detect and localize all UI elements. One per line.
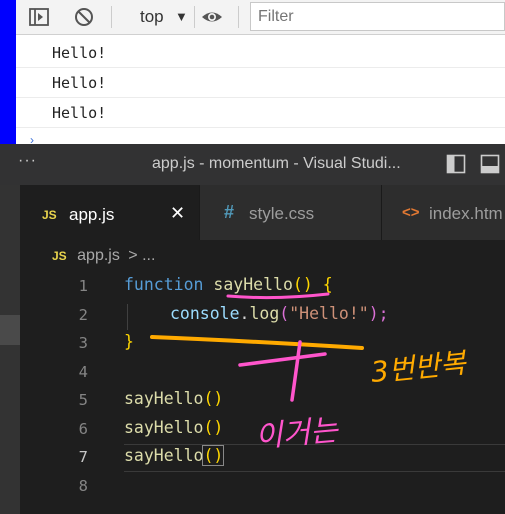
context-selector[interactable]: top [140,6,164,28]
paren: () [292,275,313,294]
toggle-sidebar-layout-icon[interactable] [446,154,466,174]
breadcrumb[interactable]: JS app.js > ... [52,247,155,265]
line-number: 8 [78,477,88,495]
function-call: sayHello [124,389,204,408]
dot: . [239,304,250,323]
clear-console-icon[interactable] [73,6,95,28]
css-file-icon: # [224,202,235,222]
paren: ); [368,304,389,323]
brace: { [322,275,333,294]
javascript-file-icon: JS [42,208,57,222]
more-actions-icon[interactable]: ··· [18,152,37,170]
window-title: app.js - momentum - Visual Studi... [152,155,401,172]
code-line[interactable]: console.log("Hello!"); [170,304,389,323]
line-number: 4 [78,363,88,381]
editor-tab-bar: JS app.js ✕ # style.css <> index.htm [20,185,505,240]
code-line[interactable]: sayHello() [124,389,223,408]
paren: () [203,389,224,408]
line-number: 3 [78,334,88,352]
keyword: function [124,275,204,294]
breadcrumb-separator[interactable]: > ... [128,247,155,264]
function-call: sayHello [124,446,204,465]
brace: } [124,332,134,351]
breadcrumb-file[interactable]: app.js [77,247,120,264]
toolbar-divider [194,6,195,28]
window-edge-accent [0,0,16,144]
function-name: sayHello [213,275,293,294]
paren: () [202,445,225,466]
console-log-line: Hello! [16,98,505,128]
tab-label: app.js [69,205,115,224]
filter-field[interactable] [250,2,505,31]
title-bar: ··· app.js - momentum - Visual Studi... [0,144,505,185]
tab-style-css[interactable]: # style.css [200,185,382,240]
devtools-console-panel: top ▼ Hello! Hello! Hello! › [0,0,505,147]
method-name: log [249,304,280,323]
line-number: 6 [78,420,88,438]
console-log-line: Hello! [16,68,505,98]
sidebar-toggle-icon[interactable] [28,6,50,28]
tab-app-js[interactable]: JS app.js ✕ [20,185,200,240]
activity-bar-active-item[interactable] [0,315,20,345]
code-line[interactable]: sayHello() [124,418,223,437]
context-dropdown-caret-icon[interactable]: ▼ [175,6,188,28]
line-number: 1 [78,277,88,295]
toggle-panel-layout-icon[interactable] [480,154,500,174]
line-number: 5 [78,391,88,409]
console-log-line: Hello! [16,38,505,68]
paren: ( [279,304,290,323]
paren: () [203,418,224,437]
toolbar-divider [238,6,239,28]
filter-input[interactable] [258,6,498,28]
html-file-icon: <> [402,204,420,221]
code-line[interactable]: } [124,332,134,351]
code-line[interactable]: sayHello() [124,445,225,466]
live-expression-eye-icon[interactable] [201,6,223,28]
tab-index-html[interactable]: <> index.htm [382,185,505,240]
identifier: console [170,304,240,323]
tab-label: style.css [249,204,315,223]
javascript-file-icon: JS [52,249,67,263]
tab-label: index.htm [429,204,503,223]
string-literal: "Hello!" [289,304,369,323]
vscode-window: ··· app.js - momentum - Visual Studi... … [0,144,505,514]
toolbar-divider [111,6,112,28]
activity-bar [0,185,20,514]
function-call: sayHello [124,418,204,437]
code-line[interactable]: function sayHello() { [124,275,333,294]
indent-guide [127,304,128,330]
line-number: 2 [78,306,88,324]
line-number: 7 [78,448,88,466]
close-tab-icon[interactable]: ✕ [170,203,185,224]
